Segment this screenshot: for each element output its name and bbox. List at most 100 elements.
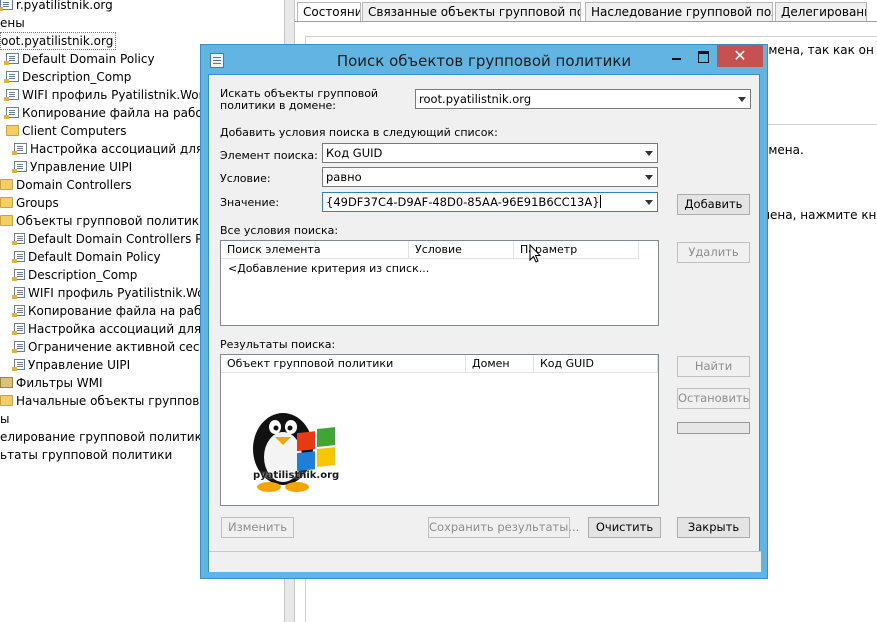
chevron-down-icon xyxy=(738,97,746,102)
tree-item-label: oot.pyatilistnik.org xyxy=(1,34,114,48)
tab-gp-inheritance[interactable]: Наследование групповой политики xyxy=(585,2,773,22)
value-input-text: {49DF37C4-D9AF-48D0-85AA-96E91B6CC13A} xyxy=(326,195,600,209)
status-separator xyxy=(305,36,877,37)
tree-item-label: Управление UIPI xyxy=(28,358,131,372)
tree-item[interactable]: ьтаты групповой политики xyxy=(0,446,172,464)
chevron-down-icon xyxy=(645,175,653,180)
gpo-icon xyxy=(12,323,25,335)
folder-icon xyxy=(0,197,13,208)
stop-button[interactable]: Остановить xyxy=(677,388,750,409)
search-item-select[interactable]: Код GUID xyxy=(322,143,658,163)
condition-select[interactable]: равно xyxy=(322,167,658,187)
gpo-icon xyxy=(12,251,25,263)
mouse-cursor-icon xyxy=(529,244,541,263)
results-list[interactable]: Объект групповой политики Домен Код GUID xyxy=(220,354,659,506)
save-results-button[interactable]: Сохранить результаты... xyxy=(428,517,579,538)
tree-item-label: Default Domain Policy xyxy=(22,52,155,66)
domain-select[interactable]: root.pyatilistnik.org xyxy=(415,89,751,109)
tree-item-label: Настройка ассоциаций для оф xyxy=(28,322,223,336)
tree-item[interactable]: елирование групповой политики xyxy=(0,428,210,446)
search-item-value: Код GUID xyxy=(326,146,383,160)
tree-item[interactable]: Фильтры WMI xyxy=(0,374,103,392)
tree-item[interactable]: ы xyxy=(0,410,9,428)
tree-item[interactable]: Default Domain Policy xyxy=(12,248,161,266)
dialog-titlebar[interactable]: Поиск объектов групповой политики ✕ xyxy=(201,45,767,74)
column-gpo[interactable]: Объект групповой политики xyxy=(221,355,466,373)
tree-item[interactable]: Управление UIPI xyxy=(12,356,131,374)
edit-button[interactable]: Изменить xyxy=(221,517,294,538)
gpo-link-icon xyxy=(12,161,27,173)
tab-linked-gpos[interactable]: Связанные объекты групповой политики xyxy=(362,2,581,22)
tree-item-label: Объекты групповой политики xyxy=(16,214,207,228)
gpo-link-icon xyxy=(4,53,19,65)
domain-select-value: root.pyatilistnik.org xyxy=(419,92,532,106)
tree-item[interactable]: r.pyatilistnik.org xyxy=(0,0,113,14)
tree-item[interactable]: Объекты групповой политики xyxy=(0,212,207,230)
tree-item[interactable]: Domain Controllers xyxy=(0,176,132,194)
gpo-icon xyxy=(12,269,25,281)
gpo-icon xyxy=(12,287,25,299)
tree-item-label: ены xyxy=(0,16,25,30)
tree-item[interactable]: WIFI профиль Pyatilistnik.Work xyxy=(12,284,217,302)
folder-icon xyxy=(0,179,13,190)
tree-item-label: ьтаты групповой политики xyxy=(0,448,173,462)
gpo-icon xyxy=(12,233,25,245)
tree-item-label: елирование групповой политики xyxy=(0,430,210,444)
penguin-logo-icon xyxy=(253,413,335,492)
tab-status[interactable]: Состояние xyxy=(297,2,361,23)
add-conditions-label: Добавить условия поиска в следующий спис… xyxy=(220,126,498,139)
tree-item-label: Ограничение активной сессии xyxy=(28,340,222,354)
status-text-fragment-1: омена, так как он име xyxy=(761,43,877,57)
conditions-list[interactable]: Поиск элемента Условие Параметр <Добавле… xyxy=(220,240,659,326)
maximize-button[interactable] xyxy=(690,45,717,67)
search-progress-bar xyxy=(677,422,750,434)
tree-item[interactable]: Ограничение активной сессии xyxy=(12,338,222,356)
tree-item[interactable]: Description_Comp xyxy=(12,266,137,284)
column-domain[interactable]: Домен xyxy=(466,355,534,373)
all-conditions-label: Все условия поиска: xyxy=(220,224,339,237)
search-item-label: Элемент поиска: xyxy=(220,149,318,162)
tree-item[interactable]: ены xyxy=(0,14,25,32)
results-label: Результаты поиска: xyxy=(220,338,336,351)
gpo-link-icon xyxy=(4,71,19,83)
tree-item-label: Client Computers xyxy=(22,124,127,138)
tree-item[interactable]: WIFI профиль Pyatilistnik.Work xyxy=(4,86,211,104)
column-condition[interactable]: Условие xyxy=(409,241,514,259)
tree-item[interactable]: Управление UIPI xyxy=(12,158,133,176)
close-window-button[interactable]: ✕ xyxy=(717,45,763,67)
add-condition-button[interactable]: Добавить xyxy=(677,194,750,215)
value-label: Значение: xyxy=(220,196,280,209)
gpo-icon xyxy=(12,305,25,317)
clear-button[interactable]: Очистить xyxy=(588,517,661,538)
tree-item[interactable]: Client Computers xyxy=(6,122,126,140)
tree-item[interactable]: Default Domain Policy xyxy=(4,50,155,68)
tree-item[interactable]: Groups xyxy=(0,194,59,212)
tree-item-label: Description_Comp xyxy=(22,70,132,84)
tree-item-label: Groups xyxy=(16,196,59,210)
remove-condition-button[interactable]: Удалить xyxy=(677,242,750,263)
find-button[interactable]: Найти xyxy=(677,356,750,377)
tree-item[interactable]: Начальные объекты групповой по xyxy=(0,392,233,410)
minimize-button[interactable] xyxy=(663,45,690,67)
tree-item[interactable]: Настройка ассоциаций для оф xyxy=(12,320,223,338)
tree-item-label: WIFI профиль Pyatilistnik.Work xyxy=(22,88,211,102)
pyatilistnik-logo: pyatilistnik.org xyxy=(241,397,341,497)
folder-icon xyxy=(0,215,13,226)
gpo-search-dialog: Поиск объектов групповой политики ✕ Иска… xyxy=(200,44,768,579)
dialog-client: Искать объекты групповой политики в доме… xyxy=(208,74,761,572)
tree-item[interactable]: Description_Comp xyxy=(4,68,132,86)
tree-item[interactable]: Default Domain Controllers Polic xyxy=(12,230,223,248)
column-guid[interactable]: Код GUID xyxy=(534,355,658,373)
condition-value: равно xyxy=(326,170,362,184)
folder-icon xyxy=(0,395,13,406)
close-button[interactable]: Закрыть xyxy=(677,517,750,538)
tree-item[interactable]: oot.pyatilistnik.org xyxy=(0,32,117,50)
tree-item[interactable]: Копирование файла на рабочи xyxy=(12,302,224,320)
tree-item-label: Управление UIPI xyxy=(30,160,133,174)
column-search-item[interactable]: Поиск элемента xyxy=(221,241,409,259)
tab-delegation[interactable]: Делегирование xyxy=(775,2,867,22)
dialog-status-bar xyxy=(209,551,761,572)
conditions-placeholder: <Добавление критерия из списк... xyxy=(228,262,430,275)
value-input[interactable]: {49DF37C4-D9AF-48D0-85AA-96E91B6CC13A} xyxy=(322,192,658,212)
folder-icon xyxy=(0,0,13,11)
